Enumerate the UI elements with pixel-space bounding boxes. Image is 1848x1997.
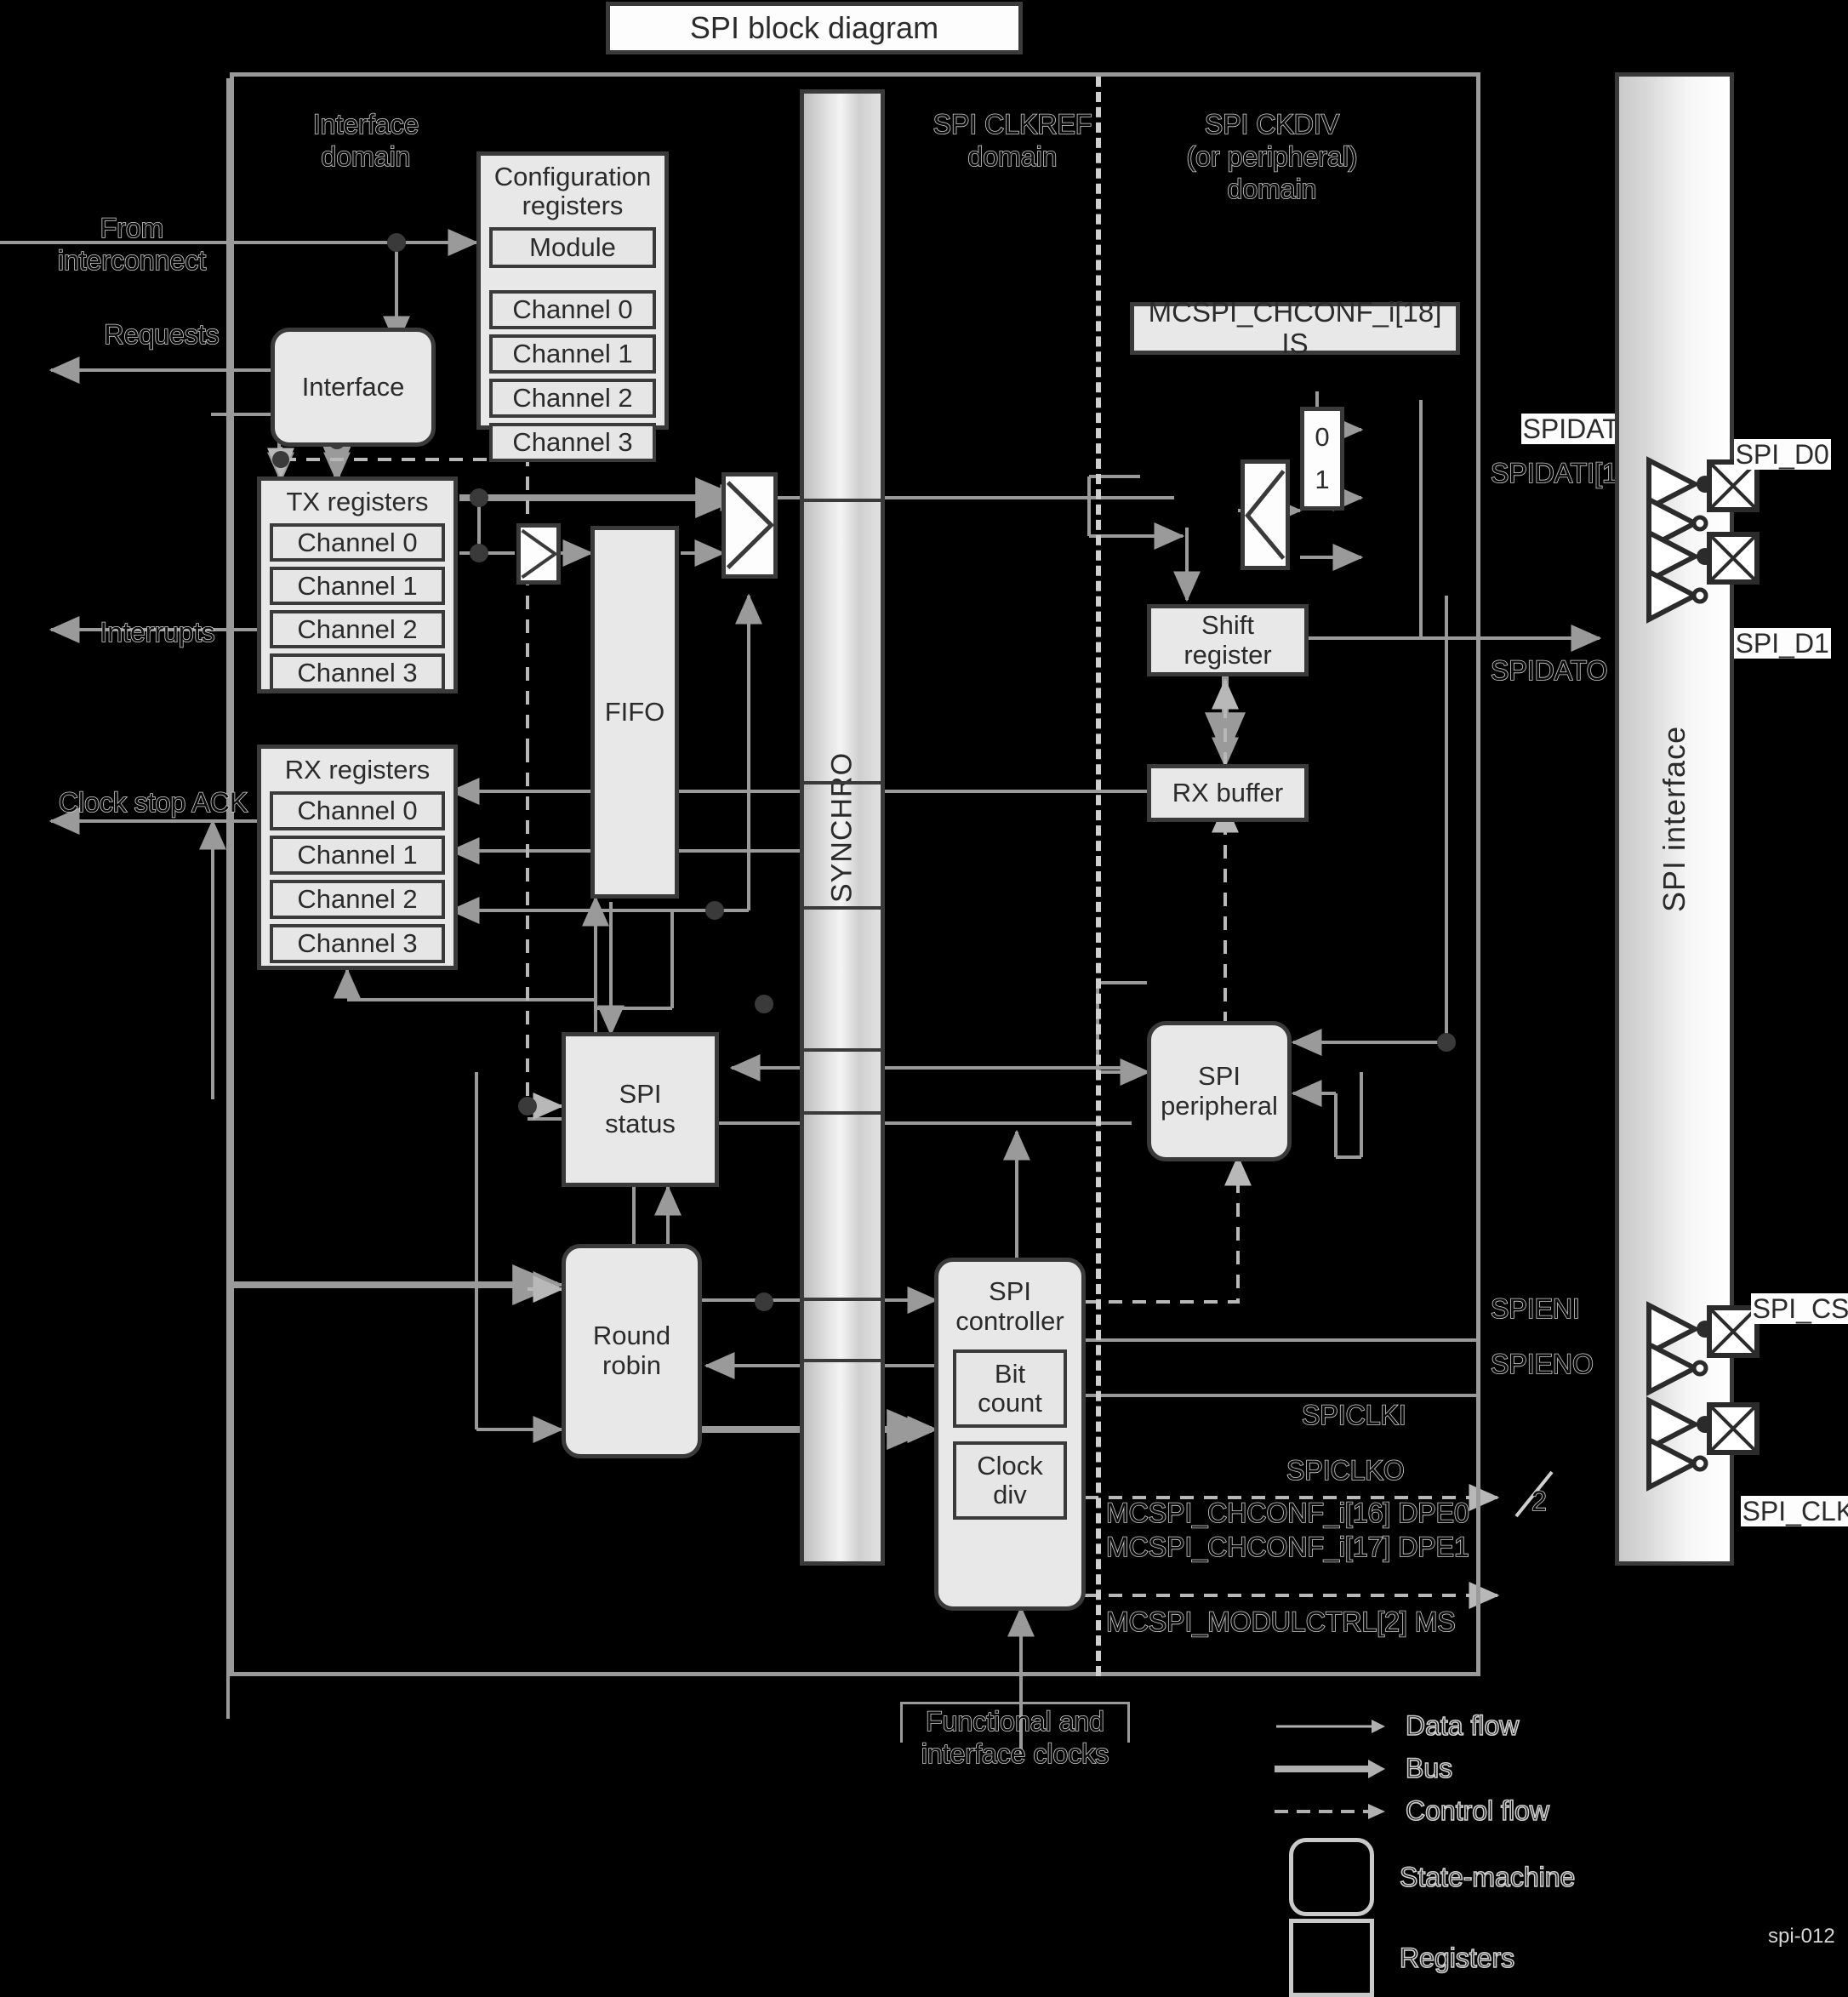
label-chconf-dpe1: MCSPI_CHCONF_i[17] DPE1 xyxy=(1105,1531,1469,1563)
block-clock-div[interactable]: Clock div xyxy=(953,1441,1067,1521)
arrow-thin-icon xyxy=(1276,1719,1385,1733)
label-modulctrl-ms: MCSPI_MODULCTRL[2] MS xyxy=(1105,1606,1456,1638)
block-round-robin[interactable]: Round robin xyxy=(562,1244,702,1458)
rx-register-channel-3[interactable]: Channel 3 xyxy=(270,924,445,964)
tx-registers-panel[interactable]: TX registers Channel 0 Channel 1 Channel… xyxy=(257,476,458,693)
buffer-glyph-large xyxy=(726,481,773,569)
diagram-canvas: SPI block diagram Interface domain SPI C… xyxy=(0,0,1848,1997)
legend-item-bus: Bus xyxy=(1275,1752,1453,1784)
buffer-glyph-small xyxy=(521,528,556,579)
legend-item-state-machine: State-machine xyxy=(1289,1838,1576,1916)
legend-item-data-flow: Data flow xyxy=(1276,1709,1520,1742)
block-spi-controller[interactable]: SPI controller Bit count Clock div xyxy=(934,1258,1086,1611)
legend-label-registers: Registers xyxy=(1399,1942,1515,1974)
rx-registers-title: RX registers xyxy=(284,755,431,785)
tx-registers-title: TX registers xyxy=(286,487,429,516)
pad-cross-icon xyxy=(1710,535,1756,581)
buffer-tx-large xyxy=(722,472,778,579)
diagram-title-box: SPI block diagram xyxy=(606,2,1023,54)
domain-label-ckdiv: SPI CKDIV (or peripheral) domain xyxy=(1186,108,1359,204)
tx-register-channel-1[interactable]: Channel 1 xyxy=(270,567,445,606)
clock-divider-by-2: 2 xyxy=(1508,1464,1576,1523)
config-registers-panel[interactable]: Configuration registers Module Channel 0… xyxy=(476,151,669,463)
domain-separator xyxy=(1096,77,1101,1676)
block-shift-register-label: Shift register xyxy=(1184,609,1272,670)
register-chconf-is[interactable]: MCSPI_CHCONF_i[18] IS xyxy=(1130,296,1460,359)
mux-option-1: 1 xyxy=(1315,464,1330,494)
rx-register-channel-1[interactable]: Channel 1 xyxy=(270,836,445,876)
buffer-rx-input xyxy=(1241,459,1290,570)
pad-spi-d1[interactable] xyxy=(1707,532,1760,585)
buffer-tx-small xyxy=(516,523,561,585)
synchro-bar: SYNCHRO xyxy=(800,89,885,1566)
tx-register-channel-3[interactable]: Channel 3 xyxy=(270,653,445,693)
pad-label-spi-clk-text: SPI_CLK xyxy=(1740,1495,1848,1526)
domain-label-clkref: SPI CLKREF domain xyxy=(933,108,1092,172)
mux-select[interactable]: 0 1 xyxy=(1300,407,1344,511)
rx-register-channel-0[interactable]: Channel 0 xyxy=(270,791,445,831)
tx-register-channel-0[interactable]: Channel 0 xyxy=(270,523,445,562)
synchro-label: SYNCHRO xyxy=(825,751,858,904)
legend-label-control-flow: Control flow xyxy=(1405,1794,1550,1827)
label-interrupts: Interrupts xyxy=(100,616,216,648)
legend-label-state-machine: State-machine xyxy=(1399,1861,1576,1893)
block-round-robin-label: Round robin xyxy=(592,1321,671,1380)
legend-item-registers: Registers xyxy=(1289,1919,1515,1997)
pad-cross-icon xyxy=(1710,1406,1756,1452)
label-clock-stop-ack: Clock stop ACK xyxy=(58,786,248,819)
legend-item-control-flow: Control flow xyxy=(1275,1794,1550,1827)
label-chconf-dpe0: MCSPI_CHCONF_i[16] DPE0 xyxy=(1105,1497,1469,1529)
label-functional-clocks: Functional and interface clocks xyxy=(921,1705,1109,1769)
block-rx-buffer-label: RX buffer xyxy=(1172,777,1284,807)
block-spi-peripheral[interactable]: SPI peripheral xyxy=(1147,1021,1292,1161)
rx-register-channel-2[interactable]: Channel 2 xyxy=(270,880,445,920)
register-chconf-is-label: MCSPI_CHCONF_i[18] IS xyxy=(1148,296,1442,359)
pad-label-spi-cs-text: SPI_CSi xyxy=(1750,1292,1848,1324)
signal-spiclki: SPICLKI xyxy=(1301,1399,1406,1431)
pad-label-spi-cs: SPI_CSi xyxy=(1720,1261,1848,1357)
rx-registers-panel[interactable]: RX registers Channel 0 Channel 1 Channel… xyxy=(257,745,458,970)
label-from-interconnect: From interconnect xyxy=(57,212,207,276)
config-register-channel-2[interactable]: Channel 2 xyxy=(489,379,656,419)
block-rx-buffer[interactable]: RX buffer xyxy=(1147,764,1309,822)
figure-id: spi-012 xyxy=(1768,1925,1835,1948)
block-shift-register[interactable]: Shift register xyxy=(1147,604,1309,676)
tx-register-channel-2[interactable]: Channel 2 xyxy=(270,610,445,649)
buffer-glyph-rx xyxy=(1245,470,1286,560)
block-interface[interactable]: Interface xyxy=(271,328,436,447)
signal-spiclko: SPICLKO xyxy=(1286,1454,1405,1486)
config-register-channel-1[interactable]: Channel 1 xyxy=(489,334,656,374)
block-bit-count[interactable]: Bit count xyxy=(953,1349,1067,1429)
diagram-title: SPI block diagram xyxy=(689,10,939,45)
pad-label-spi-clk: SPI_CLK xyxy=(1710,1464,1848,1560)
config-registers-title: Configuration registers xyxy=(493,162,652,221)
label-requests: Requests xyxy=(104,318,220,351)
config-register-channel-3[interactable]: Channel 3 xyxy=(489,423,656,463)
block-interface-label: Interface xyxy=(301,371,405,402)
block-fifo-label: FIFO xyxy=(604,696,665,727)
block-spi-status-label: SPI status xyxy=(605,1079,676,1138)
arrow-dashed-icon xyxy=(1275,1803,1385,1819)
pad-label-spi-d1-text: SPI_D1 xyxy=(1733,627,1831,659)
state-machine-shape-icon xyxy=(1289,1838,1374,1916)
legend-label-bus: Bus xyxy=(1405,1752,1453,1784)
arrow-thick-icon xyxy=(1275,1759,1385,1778)
block-spi-peripheral-label: SPI peripheral xyxy=(1161,1060,1278,1121)
block-fifo[interactable]: FIFO xyxy=(590,526,679,899)
block-spi-controller-label: SPI controller xyxy=(955,1276,1064,1336)
pad-label-spi-d0-text: SPI_D0 xyxy=(1733,438,1831,470)
divider-value: 2 xyxy=(1531,1485,1547,1517)
pad-spi-clk[interactable] xyxy=(1707,1402,1760,1455)
legend-label-data-flow: Data flow xyxy=(1405,1709,1520,1742)
domain-label-interface: Interface domain xyxy=(312,108,419,172)
pad-label-spi-d0: SPI_D0 xyxy=(1703,407,1848,503)
pad-label-spi-d1: SPI_D1 xyxy=(1703,596,1848,692)
registers-shape-icon xyxy=(1289,1919,1374,1997)
config-register-channel-0[interactable]: Channel 0 xyxy=(489,290,656,330)
mux-option-0: 0 xyxy=(1315,421,1330,452)
config-register-module[interactable]: Module xyxy=(489,227,656,269)
block-spi-status[interactable]: SPI status xyxy=(562,1032,719,1187)
